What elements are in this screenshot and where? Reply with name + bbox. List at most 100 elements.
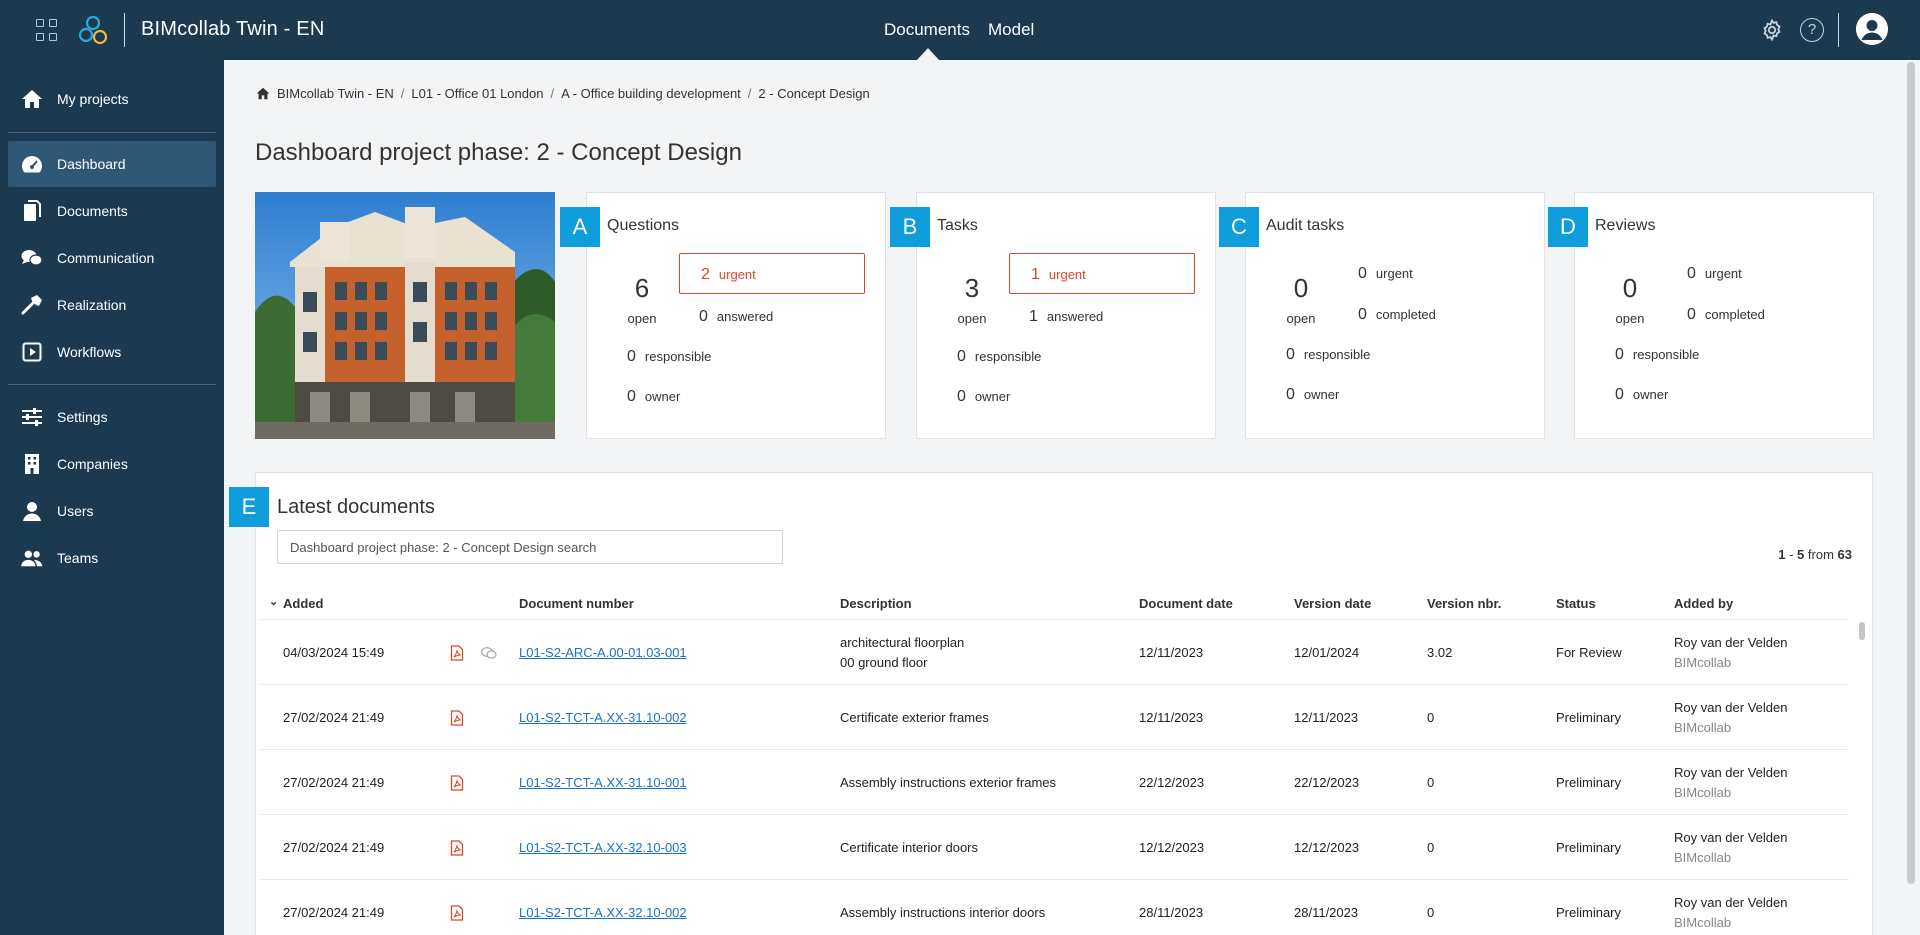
sidebar-item-documents[interactable]: Documents <box>8 188 216 234</box>
owner-stat[interactable]: 0 owner <box>1286 386 1339 404</box>
sidebar-item-companies[interactable]: Companies <box>8 441 216 487</box>
user-icon <box>21 500 43 522</box>
breadcrumb-item[interactable]: BIMcollab Twin - EN <box>277 86 394 101</box>
pdf-file-icon[interactable] <box>450 905 464 921</box>
completed-stat[interactable]: 0 completed <box>1687 306 1765 324</box>
urgent-box[interactable]: 2 urgent <box>679 253 865 294</box>
sidebar-item-dashboard[interactable]: Dashboard <box>8 141 216 187</box>
sidebar-item-settings[interactable]: Settings <box>8 394 216 440</box>
urgent-stat[interactable]: 0 urgent <box>1358 265 1413 283</box>
hammer-icon <box>21 294 43 316</box>
sidebar-separator <box>8 132 216 133</box>
pdf-file-icon[interactable] <box>450 645 464 661</box>
table-row[interactable]: 27/02/2024 21:49 L01-S2-TCT-A.XX-32.10-00… <box>261 880 1849 935</box>
column-added-by[interactable]: Added by <box>1674 596 1733 611</box>
open-count[interactable]: 0 <box>1246 273 1356 304</box>
column-version-nbr[interactable]: Version nbr. <box>1427 596 1501 611</box>
breadcrumb-item[interactable]: A - Office building development <box>561 86 741 101</box>
tasks-card[interactable]: B Tasks 3 open 1 urgent 1 answered 0 res… <box>890 192 1216 439</box>
pdf-file-icon[interactable] <box>450 775 464 791</box>
owner-stat[interactable]: 0 owner <box>627 388 680 406</box>
chat-icon <box>21 247 43 269</box>
answered-stat[interactable]: 0 answered <box>699 308 773 326</box>
nav-documents[interactable]: Documents <box>884 20 970 40</box>
sidebar-item-communication[interactable]: Communication <box>8 235 216 281</box>
column-added[interactable]: Added <box>283 596 323 611</box>
card-title: Questions <box>607 217 680 234</box>
sidebar-item-users[interactable]: Users <box>8 488 216 534</box>
completed-label: completed <box>1375 307 1436 322</box>
gear-icon[interactable] <box>1760 18 1784 42</box>
home-icon[interactable] <box>256 87 270 100</box>
owner-count: 0 <box>1286 386 1295 403</box>
page-scrollbar[interactable] <box>1907 62 1915 884</box>
help-icon[interactable]: ? <box>1800 18 1824 42</box>
cell-status: Preliminary <box>1556 840 1622 855</box>
owner-stat[interactable]: 0 owner <box>957 388 1010 406</box>
cell-added: 04/03/2024 15:49 <box>283 645 385 660</box>
apps-grid-icon[interactable] <box>36 19 58 41</box>
column-version-date[interactable]: Version date <box>1294 596 1371 611</box>
sidebar-item-label: Dashboard <box>57 156 126 172</box>
scrollbar-thumb[interactable] <box>1859 622 1865 640</box>
responsible-count: 0 <box>1286 346 1295 363</box>
open-count[interactable]: 0 <box>1575 273 1685 304</box>
nav-model[interactable]: Model <box>988 20 1034 40</box>
questions-card[interactable]: A Questions 6 open 2 urgent 0 answered 0… <box>560 192 886 439</box>
sidebar-item-teams[interactable]: Teams <box>8 535 216 581</box>
card-badge: A <box>560 207 600 247</box>
sidebar: My projects Dashboard Documents Communic… <box>0 60 224 935</box>
comment-icon[interactable] <box>481 646 497 660</box>
play-box-icon <box>21 341 43 363</box>
table-row[interactable]: 27/02/2024 21:49 L01-S2-TCT-A.XX-31.10-00… <box>261 685 1849 750</box>
sidebar-item-my-projects[interactable]: My projects <box>8 76 216 122</box>
pdf-file-icon[interactable] <box>450 710 464 726</box>
table-row[interactable]: 27/02/2024 21:49 L01-S2-TCT-A.XX-32.10-00… <box>261 815 1849 880</box>
responsible-stat[interactable]: 0 responsible <box>1286 346 1370 364</box>
cell-added-by: Roy van der Velden <box>1674 830 1788 845</box>
sort-chevron-down-icon[interactable]: ⌄ <box>269 595 278 608</box>
responsible-stat[interactable]: 0 responsible <box>627 348 711 366</box>
card-title: Tasks <box>937 217 978 234</box>
audit-tasks-card[interactable]: C Audit tasks 0 open 0 urgent 0 complete… <box>1219 192 1545 439</box>
urgent-count: 0 <box>1358 265 1367 282</box>
breadcrumb-item[interactable]: L01 - Office 01 London <box>411 86 543 101</box>
urgent-box[interactable]: 1 urgent <box>1009 253 1195 294</box>
table-scrollbar[interactable] <box>1857 620 1867 935</box>
reviews-card[interactable]: D Reviews 0 open 0 urgent 0 completed 0 … <box>1548 192 1874 439</box>
answered-count: 1 <box>1029 308 1038 325</box>
responsible-stat[interactable]: 0 responsible <box>1615 346 1699 364</box>
document-number-link[interactable]: L01-S2-TCT-A.XX-32.10-003 <box>519 840 687 855</box>
column-description[interactable]: Description <box>840 596 912 611</box>
breadcrumb-separator: / <box>400 86 405 101</box>
breadcrumb: BIMcollab Twin - EN / L01 - Office 01 Lo… <box>256 86 870 101</box>
sidebar-separator <box>8 384 216 385</box>
column-document-number[interactable]: Document number <box>519 596 634 611</box>
cell-version-date: 28/11/2023 <box>1294 905 1359 920</box>
completed-count: 0 <box>1687 306 1696 323</box>
document-number-link[interactable]: L01-S2-ARC-A.00-01.03-001 <box>519 645 687 660</box>
document-search-input[interactable] <box>277 530 783 564</box>
completed-stat[interactable]: 0 completed <box>1358 306 1436 324</box>
top-bar-divider <box>124 13 125 47</box>
document-number-link[interactable]: L01-S2-TCT-A.XX-31.10-001 <box>519 775 687 790</box>
sidebar-item-label: Documents <box>57 203 128 219</box>
document-number-link[interactable]: L01-S2-TCT-A.XX-32.10-002 <box>519 905 687 920</box>
responsible-stat[interactable]: 0 responsible <box>957 348 1041 366</box>
cell-added-by: Roy van der Velden <box>1674 635 1788 650</box>
table-row[interactable]: 27/02/2024 21:49 L01-S2-TCT-A.XX-31.10-00… <box>261 750 1849 815</box>
owner-stat[interactable]: 0 owner <box>1615 386 1668 404</box>
sidebar-item-workflows[interactable]: Workflows <box>8 329 216 375</box>
sidebar-item-realization[interactable]: Realization <box>8 282 216 328</box>
table-row[interactable]: 04/03/2024 15:49 L01-S2-ARC-A.00-01.03-00… <box>261 620 1849 685</box>
card-badge: D <box>1548 207 1588 247</box>
pdf-file-icon[interactable] <box>450 840 464 856</box>
urgent-stat[interactable]: 0 urgent <box>1687 265 1742 283</box>
cell-added: 27/02/2024 21:49 <box>283 710 385 725</box>
column-document-date[interactable]: Document date <box>1139 596 1233 611</box>
user-avatar-icon[interactable] <box>1856 13 1888 45</box>
bimcollab-logo[interactable] <box>78 14 108 46</box>
document-number-link[interactable]: L01-S2-TCT-A.XX-31.10-002 <box>519 710 687 725</box>
column-status[interactable]: Status <box>1556 596 1596 611</box>
answered-stat[interactable]: 1 answered <box>1029 308 1103 326</box>
